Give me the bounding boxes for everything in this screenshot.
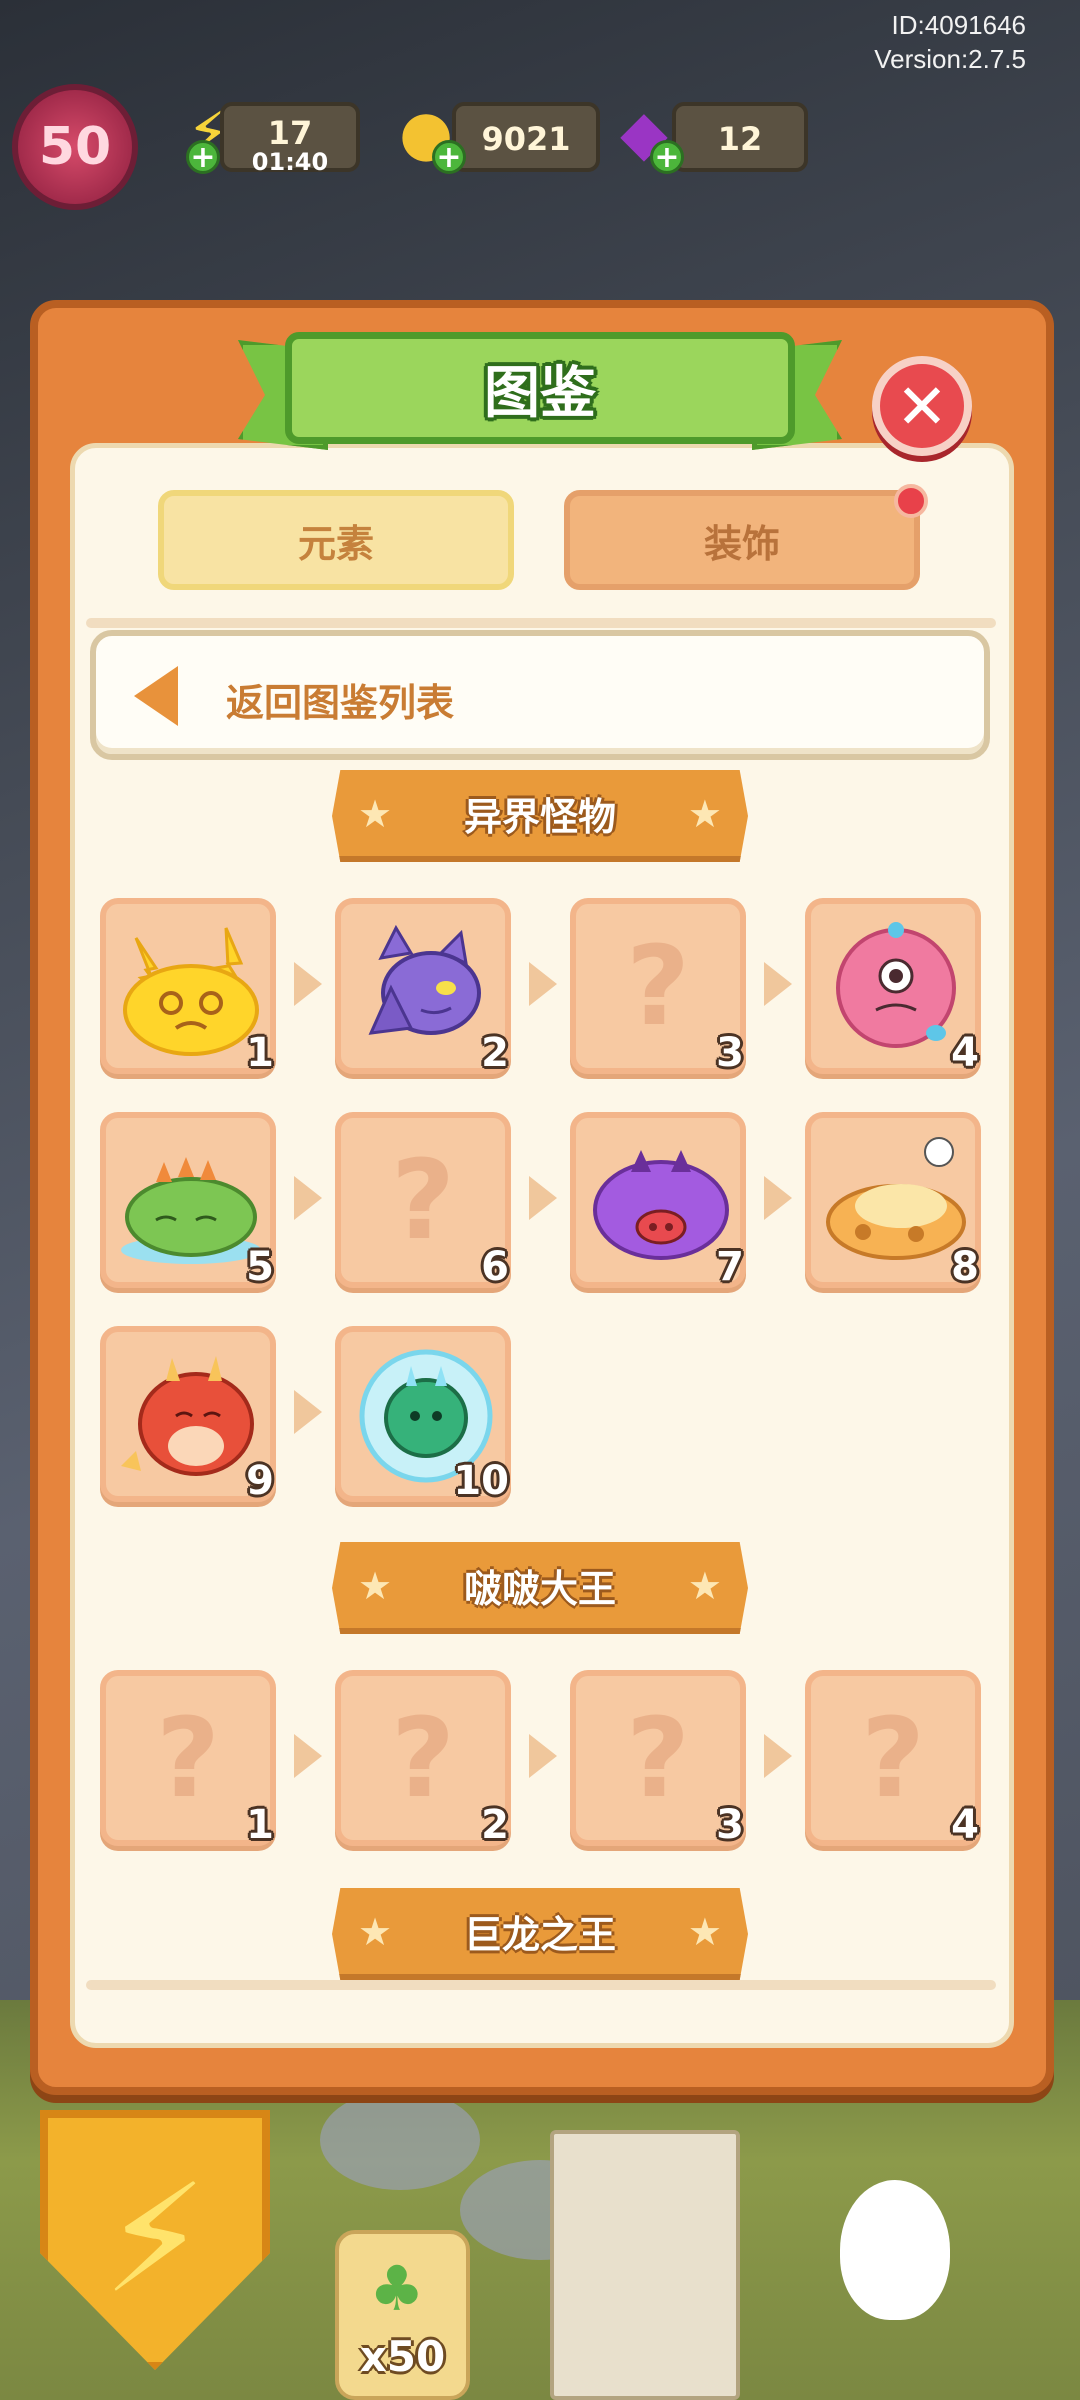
card-number: 2 bbox=[481, 1802, 509, 1848]
chevron-right-icon bbox=[764, 1734, 792, 1778]
chevron-right-icon bbox=[294, 962, 322, 1006]
orange-lying-creature-icon bbox=[826, 1137, 966, 1260]
chevron-right-icon bbox=[764, 962, 792, 1006]
yellow-electric-slime-icon bbox=[123, 927, 259, 1056]
chevron-right-icon bbox=[529, 1176, 557, 1220]
purple-bat-icon bbox=[368, 924, 481, 1035]
chevron-right-icon bbox=[294, 1176, 322, 1220]
energy-value: 17 bbox=[267, 114, 313, 152]
collection-card[interactable]: 8 bbox=[805, 1112, 981, 1290]
card-number: 4 bbox=[951, 1030, 979, 1076]
card-number: 6 bbox=[481, 1244, 509, 1290]
section-banner-otherworld-monsters: ★ 异界怪物 ★ bbox=[332, 770, 748, 862]
back-to-list-label: 返回图鉴列表 bbox=[226, 681, 455, 725]
energy-counter[interactable]: 17 01:40 bbox=[220, 102, 360, 176]
close-button[interactable]: ✕ bbox=[872, 356, 972, 456]
gem-value: 12 bbox=[717, 120, 763, 158]
clover-icon: ♣ bbox=[369, 2252, 425, 2325]
star-icon: ★ bbox=[687, 1564, 722, 1608]
question-mark-icon: ? bbox=[626, 1694, 690, 1822]
player-info: ID:4091646 Version:2.7.5 bbox=[874, 8, 1026, 76]
collection-card-locked[interactable]: ? 3 bbox=[570, 1670, 746, 1848]
modal-title: 图鉴 bbox=[484, 360, 596, 426]
collection-card-locked[interactable]: ? 3 bbox=[570, 898, 746, 1076]
section-title: 异界怪物 bbox=[463, 794, 616, 839]
collection-card[interactable]: 7 bbox=[570, 1112, 746, 1290]
coin-counter[interactable]: 9021 bbox=[452, 102, 600, 172]
question-mark-icon: ? bbox=[156, 1694, 220, 1822]
pink-fluffy-cyclops-icon bbox=[836, 922, 956, 1048]
card-number: 3 bbox=[716, 1030, 744, 1076]
card-number: 3 bbox=[716, 1802, 744, 1848]
back-arrow-icon bbox=[134, 666, 178, 726]
floor-table bbox=[320, 2090, 480, 2190]
locker-decoration bbox=[550, 2130, 740, 2400]
chevron-right-icon bbox=[529, 962, 557, 1006]
collection-card-locked[interactable]: ? 1 bbox=[100, 1670, 276, 1848]
card-number: 8 bbox=[951, 1244, 979, 1290]
player-id: ID:4091646 bbox=[891, 10, 1026, 40]
card-number: 1 bbox=[246, 1802, 274, 1848]
card-number: 5 bbox=[246, 1244, 274, 1290]
purple-fuzzy-boar-icon bbox=[593, 1150, 729, 1260]
section-title: 啵啵大王 bbox=[463, 1566, 616, 1611]
star-icon: ★ bbox=[358, 1910, 393, 1954]
coin-value: 9021 bbox=[481, 120, 571, 158]
card-number: 1 bbox=[246, 1030, 274, 1076]
chevron-right-icon bbox=[294, 1734, 322, 1778]
question-mark-icon: ? bbox=[391, 1694, 455, 1822]
scroll-bottom-edge bbox=[86, 1980, 996, 1990]
modal-title-ribbon: 图鉴 bbox=[285, 332, 795, 444]
collection-card[interactable]: 9 bbox=[100, 1326, 276, 1504]
star-icon: ★ bbox=[358, 1564, 393, 1608]
red-baby-dragon-icon bbox=[121, 1356, 254, 1476]
section-title: 巨龙之王 bbox=[463, 1912, 616, 1957]
chevron-right-icon bbox=[294, 1390, 322, 1434]
tab-elements-label: 元素 bbox=[297, 521, 374, 566]
green-sleeping-dragon-icon bbox=[121, 1157, 261, 1264]
collection-card[interactable]: 5 bbox=[100, 1112, 276, 1290]
question-mark-icon: ? bbox=[391, 1136, 455, 1264]
divider bbox=[86, 618, 996, 628]
add-coins-button[interactable]: + bbox=[432, 140, 466, 175]
star-icon: ★ bbox=[358, 792, 393, 836]
collection-card[interactable]: 2 bbox=[335, 898, 511, 1076]
add-gems-button[interactable]: + bbox=[650, 140, 684, 175]
game-version: Version:2.7.5 bbox=[874, 44, 1026, 74]
notification-dot bbox=[894, 484, 928, 518]
back-to-list-button[interactable]: 返回图鉴列表 bbox=[90, 630, 990, 760]
level-badge[interactable]: 50 bbox=[12, 84, 138, 210]
star-icon: ★ bbox=[687, 1910, 722, 1954]
collection-card[interactable]: 10 bbox=[335, 1326, 511, 1504]
chevron-right-icon bbox=[764, 1176, 792, 1220]
collection-card-locked[interactable]: ? 4 bbox=[805, 1670, 981, 1848]
question-mark-icon: ? bbox=[861, 1694, 925, 1822]
tab-decorations[interactable]: 装饰 bbox=[564, 490, 920, 590]
tab-elements[interactable]: 元素 bbox=[158, 490, 514, 590]
collection-card-locked[interactable]: ? 6 bbox=[335, 1112, 511, 1290]
duck-character bbox=[840, 2180, 950, 2320]
gem-counter[interactable]: 12 bbox=[672, 102, 808, 172]
card-number: 2 bbox=[481, 1030, 509, 1076]
collection-card[interactable]: 1 bbox=[100, 898, 276, 1076]
star-icon: ★ bbox=[687, 792, 722, 836]
tab-decorations-label: 装饰 bbox=[703, 521, 780, 566]
card-number: 10 bbox=[453, 1458, 509, 1504]
clover-count: x50 bbox=[359, 2332, 446, 2381]
close-icon: ✕ bbox=[896, 369, 948, 443]
card-number: 4 bbox=[951, 1802, 979, 1848]
energy-timer: 01:40 bbox=[251, 148, 329, 176]
add-energy-button[interactable]: + bbox=[186, 140, 220, 175]
question-mark-icon: ? bbox=[626, 922, 690, 1050]
section-banner-bobo-king: ★ 啵啵大王 ★ bbox=[332, 1542, 748, 1634]
chevron-right-icon bbox=[529, 1734, 557, 1778]
card-number: 9 bbox=[246, 1458, 274, 1504]
card-number: 7 bbox=[716, 1244, 744, 1290]
section-banner-dragon-king: ★ 巨龙之王 ★ bbox=[332, 1888, 748, 1980]
collection-card-locked[interactable]: ? 2 bbox=[335, 1670, 511, 1848]
clover-booster-button[interactable]: ♣ x50 bbox=[335, 2230, 470, 2400]
collection-card[interactable]: 4 bbox=[805, 898, 981, 1076]
